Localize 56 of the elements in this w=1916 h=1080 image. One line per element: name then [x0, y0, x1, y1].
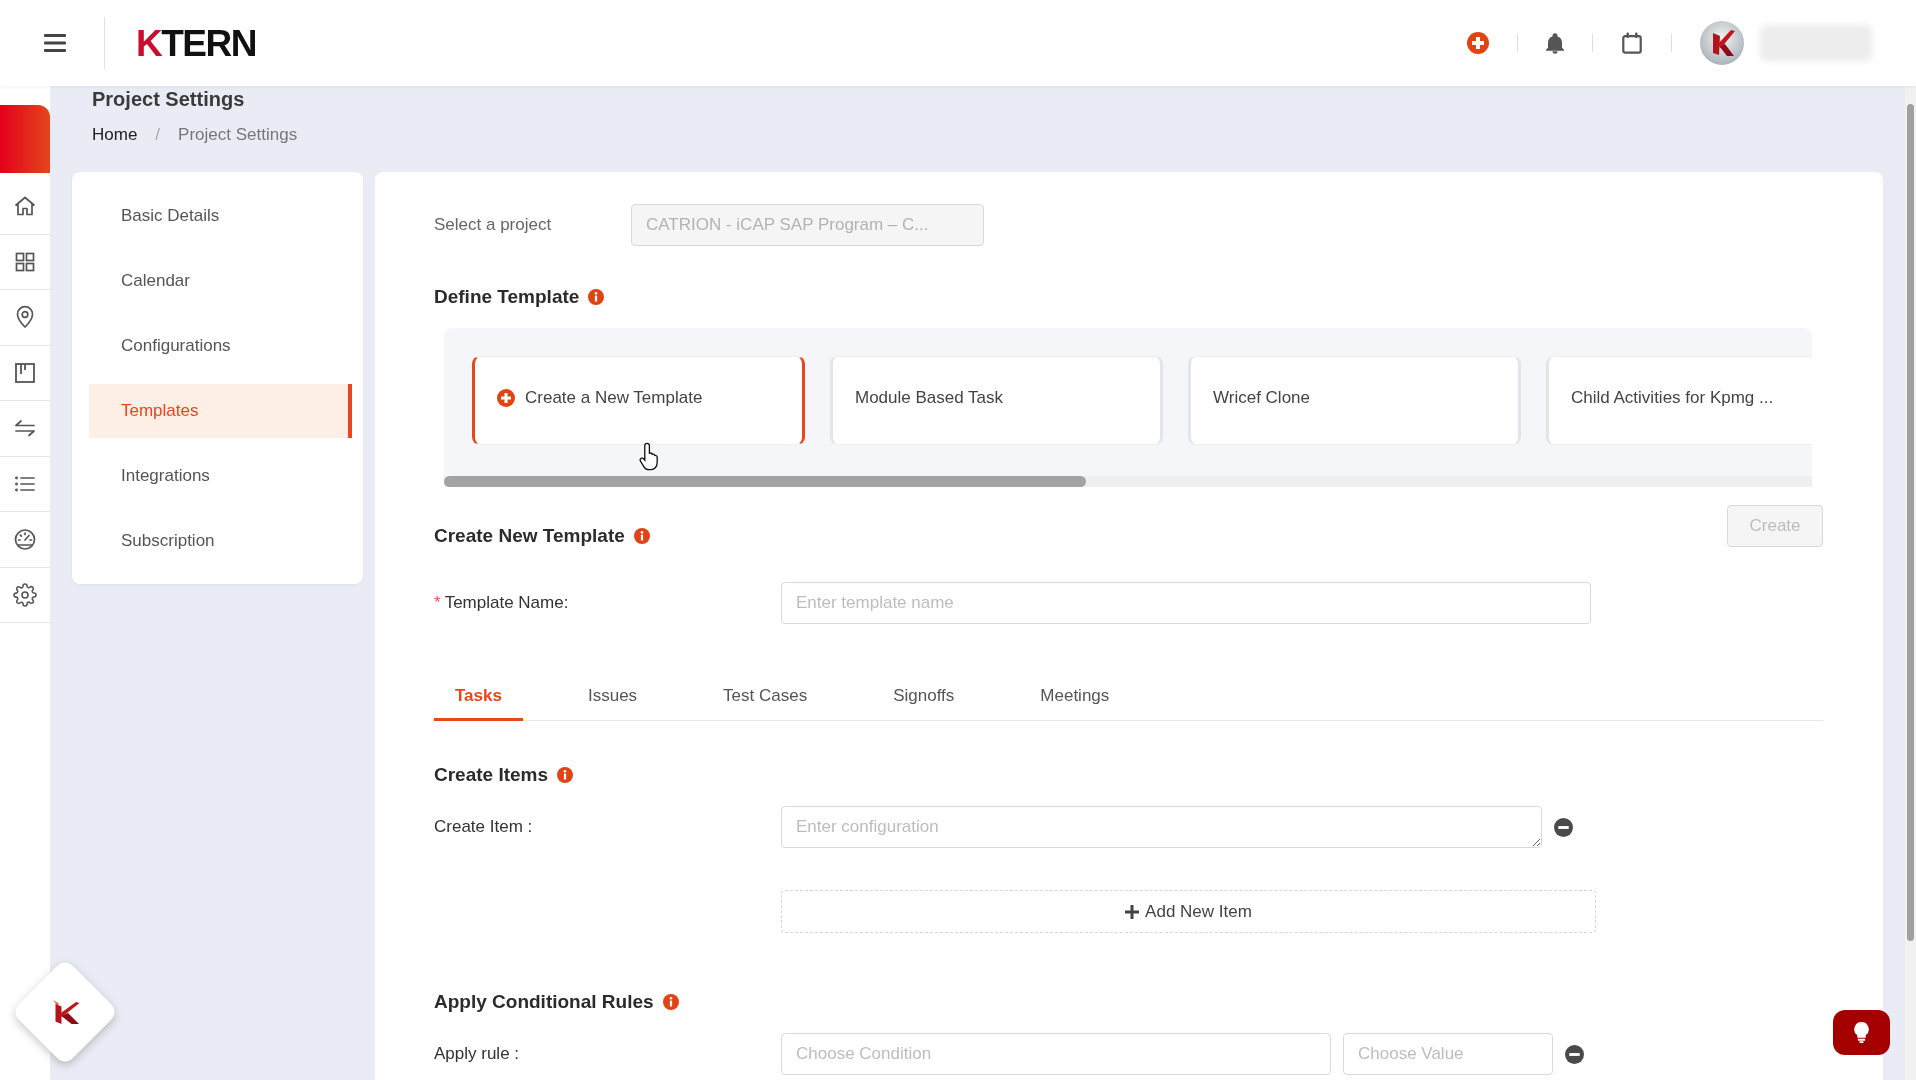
notification-bell-icon[interactable]: [1546, 32, 1564, 54]
template-name-label: Template Name:: [444, 593, 569, 612]
tab[interactable]: Test Cases: [702, 673, 829, 721]
gauge-icon[interactable]: [13, 527, 37, 552]
template-card[interactable]: Wricef Clone: [1188, 356, 1521, 445]
info-icon[interactable]: [588, 289, 605, 305]
plus-icon: [1125, 904, 1140, 919]
settings-menu-item[interactable]: Integrations: [89, 449, 352, 503]
remove-icon[interactable]: [1565, 1044, 1584, 1064]
settings-menu-item[interactable]: Calendar: [89, 254, 352, 308]
lightbulb-icon: [1854, 1022, 1869, 1043]
hand-cursor-icon: [639, 442, 659, 471]
add-new-item-button[interactable]: Add New Item: [781, 890, 1596, 933]
section-heading: Create New Template: [434, 524, 625, 548]
remove-icon[interactable]: [1554, 817, 1573, 837]
breadcrumb-item: Project Settings: [178, 124, 298, 146]
kanban-board-icon[interactable]: [13, 360, 37, 385]
logo-mark-icon: [53, 1000, 80, 1024]
section-heading: Define Template: [434, 285, 580, 309]
info-icon[interactable]: [662, 994, 679, 1010]
template-name-input[interactable]: Enter template name: [781, 582, 1591, 624]
tips-button[interactable]: [1833, 1010, 1890, 1055]
settings-menu-item[interactable]: Configurations: [89, 319, 352, 373]
configuration-input[interactable]: Enter configuration: [781, 806, 1542, 848]
page-title: Project Settings: [92, 87, 246, 112]
condition-select[interactable]: Choose Condition: [781, 1033, 1331, 1075]
settings-menu-item[interactable]: Templates: [89, 384, 352, 438]
section-heading: Apply Conditional Rules: [434, 990, 654, 1014]
breadcrumb-item[interactable]: Home: [92, 124, 138, 146]
user-avatar[interactable]: [1700, 21, 1744, 65]
value-select[interactable]: Choose Value: [1343, 1033, 1553, 1075]
tab[interactable]: Meetings: [1019, 673, 1131, 721]
create-item-label: Create Item :: [434, 817, 533, 836]
page-scrollbar[interactable]: [1905, 86, 1916, 1080]
settings-menu-item[interactable]: Subscription: [89, 514, 352, 568]
required-mark: *: [434, 593, 441, 612]
tab[interactable]: Tasks: [434, 673, 523, 721]
template-card[interactable]: Child Activities for Kpmg ...: [1546, 356, 1812, 445]
info-icon[interactable]: [557, 767, 574, 783]
add-circle-icon: [497, 388, 515, 407]
tab[interactable]: Signoffs: [872, 673, 976, 721]
settings-icon[interactable]: [13, 582, 37, 607]
horizontal-scrollbar[interactable]: [444, 476, 1812, 487]
info-icon[interactable]: [633, 528, 650, 544]
calendar-icon[interactable]: [1621, 32, 1643, 54]
logo-text: KTERN: [136, 24, 256, 62]
template-card[interactable]: Module Based Task: [830, 356, 1163, 445]
add-icon[interactable]: [1467, 32, 1489, 54]
breadcrumb-separator: /: [155, 124, 161, 146]
menu-icon[interactable]: [44, 34, 66, 52]
template-card[interactable]: Create a New Template: [472, 356, 805, 445]
apply-rule-label: Apply rule :: [434, 1044, 520, 1063]
settings-menu-item[interactable]: Basic Details: [89, 189, 352, 243]
section-heading: Create Items: [434, 763, 549, 787]
tab[interactable]: Issues: [566, 673, 659, 721]
project-select-label: Select a project: [434, 215, 553, 235]
